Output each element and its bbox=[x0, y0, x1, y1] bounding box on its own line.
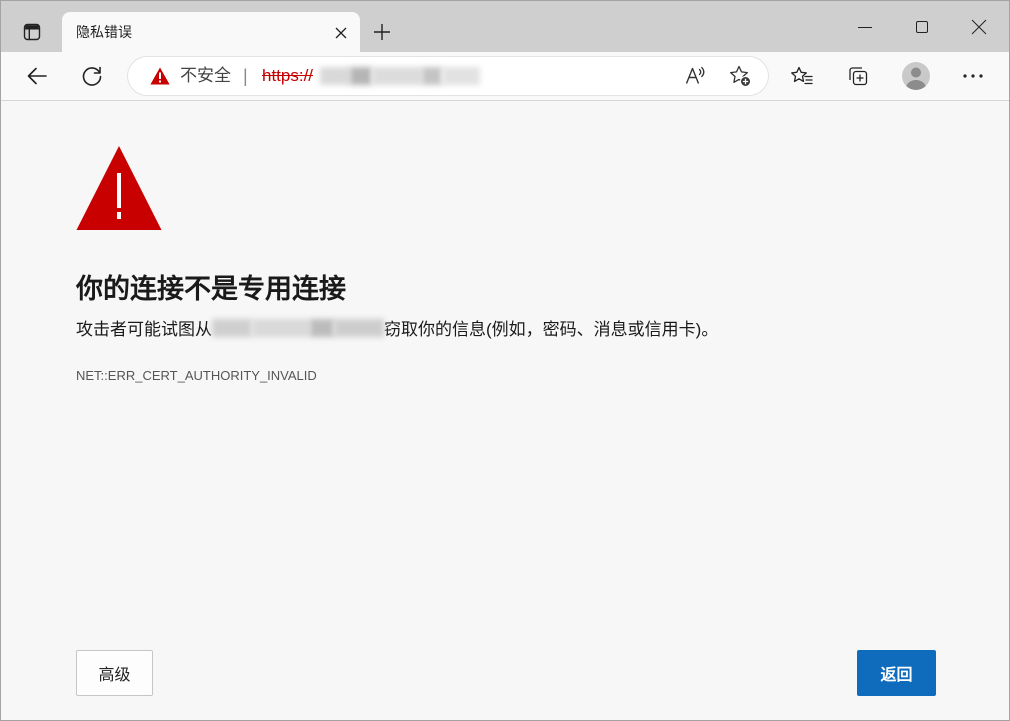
description-before: 攻击者可能试图从 bbox=[76, 320, 212, 339]
address-separator: | bbox=[243, 66, 248, 86]
plus-icon bbox=[374, 24, 390, 40]
collections-icon bbox=[849, 67, 868, 86]
maximize-icon bbox=[916, 21, 928, 33]
blur-segment bbox=[350, 67, 372, 85]
back-button[interactable] bbox=[19, 58, 55, 94]
tab-strip: 隐私错误 bbox=[1, 1, 1009, 53]
add-favorite-button[interactable] bbox=[724, 60, 756, 92]
close-window-icon bbox=[971, 19, 987, 35]
close-window-button[interactable] bbox=[956, 11, 1002, 43]
navigation-toolbar: 不安全 | https:// bbox=[1, 52, 1009, 101]
profile-button[interactable] bbox=[898, 58, 934, 94]
minimize-button[interactable] bbox=[842, 11, 888, 43]
more-options-button[interactable] bbox=[955, 58, 991, 94]
error-heading: 你的连接不是专用连接 bbox=[76, 274, 346, 304]
star-add-icon bbox=[730, 65, 751, 87]
arrow-left-icon bbox=[27, 67, 47, 85]
collections-button[interactable] bbox=[840, 58, 876, 94]
refresh-icon bbox=[82, 66, 102, 86]
error-warning bbox=[76, 145, 162, 231]
read-aloud-button[interactable] bbox=[679, 60, 711, 92]
error-code[interactable]: NET::ERR_CERT_AUTHORITY_INVALID bbox=[76, 367, 317, 385]
blur-segment bbox=[212, 319, 252, 337]
blur-segment bbox=[320, 67, 350, 85]
blur-segment bbox=[310, 319, 334, 337]
browser-window: 隐私错误 不安全 | https:// 你的连接不是专用连接 攻击者可能试图从 … bbox=[0, 0, 1010, 721]
address-bar[interactable]: 不安全 | https:// bbox=[128, 57, 768, 95]
description-after: 窃取你的信息(例如，密码、消息或信用卡)。 bbox=[384, 320, 719, 339]
profile-avatar-icon bbox=[902, 62, 930, 90]
large-warning-triangle-icon bbox=[76, 146, 162, 230]
minimize-icon bbox=[858, 27, 872, 28]
error-page: 你的连接不是专用连接 攻击者可能试图从 窃取你的信息(例如，密码、消息或信用卡)… bbox=[1, 101, 1009, 720]
tab-actions-icon bbox=[23, 23, 41, 41]
tab-privacy-error[interactable]: 隐私错误 bbox=[62, 12, 360, 53]
go-back-button[interactable]: 返回 bbox=[857, 650, 936, 696]
redacted-url-blur bbox=[320, 66, 480, 86]
error-description: 攻击者可能试图从 窃取你的信息(例如，密码、消息或信用卡)。 bbox=[76, 318, 718, 342]
blur-segment bbox=[334, 319, 384, 337]
blur-segment bbox=[442, 67, 480, 85]
more-dots-icon bbox=[963, 74, 983, 78]
security-status-label[interactable]: 不安全 bbox=[180, 57, 231, 95]
redacted-domain-blur bbox=[212, 318, 384, 340]
blur-segment bbox=[422, 67, 442, 85]
security-warning-button[interactable] bbox=[150, 67, 170, 85]
new-tab-button[interactable] bbox=[366, 16, 398, 48]
tab-title: 隐私错误 bbox=[76, 24, 132, 40]
tab-actions-button[interactable] bbox=[14, 14, 50, 50]
read-aloud-icon bbox=[685, 66, 705, 84]
maximize-button[interactable] bbox=[899, 11, 945, 43]
favorites-icon bbox=[791, 66, 813, 85]
url-scheme[interactable]: https:// bbox=[262, 57, 313, 95]
favorites-button[interactable] bbox=[784, 58, 820, 94]
refresh-button[interactable] bbox=[74, 58, 110, 94]
close-tab-button[interactable] bbox=[329, 21, 353, 45]
blur-segment bbox=[372, 67, 422, 85]
blur-segment bbox=[252, 319, 310, 337]
advanced-button[interactable]: 高级 bbox=[76, 650, 153, 696]
warning-triangle-icon bbox=[150, 67, 170, 85]
close-icon bbox=[335, 27, 347, 39]
